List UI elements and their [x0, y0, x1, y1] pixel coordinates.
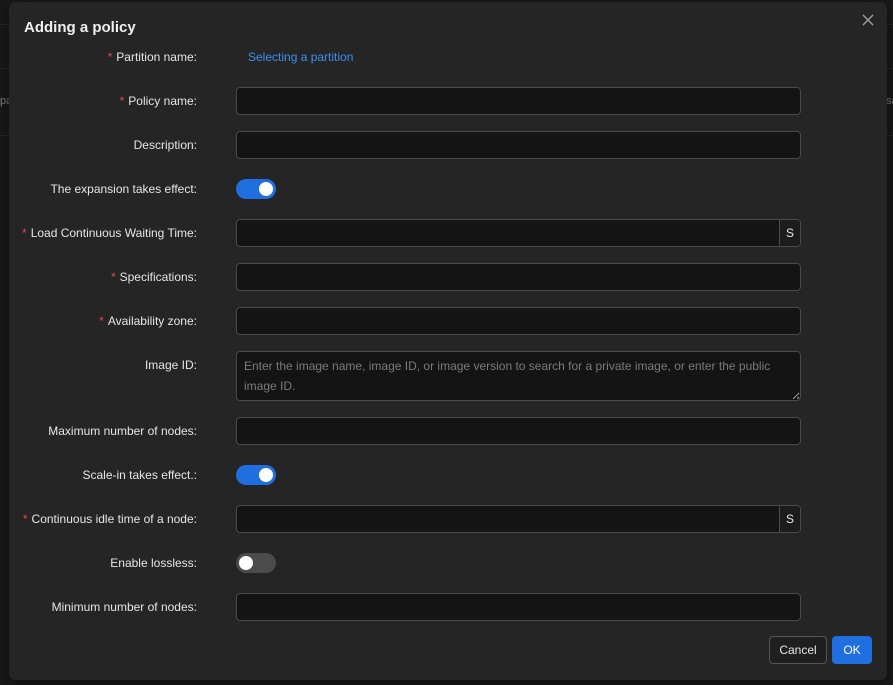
seconds-unit-suffix: S — [779, 220, 800, 246]
partition-row: * Partition name: Selecting a partition — [9, 43, 887, 71]
lossless-label: Enable lossless: — [110, 556, 197, 570]
min-nodes-control — [236, 593, 801, 621]
policy-name-control — [236, 87, 801, 115]
dialog-title: Adding a policy — [24, 19, 136, 36]
load-wait-row: * Load Continuous Waiting Time: S — [9, 219, 887, 247]
availability-zone-input[interactable] — [236, 307, 801, 335]
specifications-label: * Specifications: — [110, 270, 197, 284]
max-nodes-row: Maximum number of nodes: — [9, 417, 887, 445]
required-marker: * — [99, 314, 104, 328]
add-policy-dialog: Adding a policy * Partition name: Selecti… — [9, 2, 887, 680]
background-text-right: sa — [886, 95, 893, 107]
required-marker: * — [107, 50, 113, 64]
max-nodes-control — [236, 417, 801, 445]
required-marker: * — [22, 512, 28, 526]
max-nodes-label: Maximum number of nodes: — [48, 424, 197, 438]
description-row: Description: — [9, 131, 887, 159]
specifications-row: * Specifications: — [9, 263, 887, 291]
required-marker: * — [119, 94, 125, 108]
image-id-control — [236, 351, 801, 401]
description-control — [236, 131, 801, 159]
partition-control: Selecting a partition — [236, 43, 801, 71]
expansion-label: The expansion takes effect: — [50, 182, 197, 196]
toggle-knob — [239, 556, 253, 570]
min-nodes-label: Minimum number of nodes: — [51, 600, 197, 614]
image-id-label: Image ID: — [144, 358, 197, 372]
policy-name-label: * Policy name: — [119, 94, 197, 108]
image-id-row: Image ID: — [9, 351, 887, 401]
load-wait-label: * Load Continuous Waiting Time: — [22, 226, 197, 240]
description-label: Description: — [133, 138, 197, 152]
load-wait-input[interactable] — [237, 220, 779, 246]
availability-zone-row: * Availability zone: — [9, 307, 887, 335]
partition-label: * Partition name: — [107, 50, 197, 64]
close-icon — [862, 14, 874, 26]
expansion-row: The expansion takes effect: — [9, 175, 887, 203]
idle-time-control: S — [236, 505, 801, 533]
description-input[interactable] — [236, 131, 801, 159]
close-button[interactable] — [859, 11, 877, 29]
specifications-control — [236, 263, 801, 291]
toggle-knob — [259, 182, 273, 196]
ok-button[interactable]: OK — [832, 636, 872, 664]
idle-time-input-group: S — [236, 505, 801, 533]
lossless-toggle[interactable] — [236, 553, 276, 573]
select-partition-link[interactable]: Selecting a partition — [248, 50, 353, 64]
load-wait-control: S — [236, 219, 801, 247]
load-wait-input-group: S — [236, 219, 801, 247]
scale-in-row: Scale-in takes effect.: — [9, 461, 887, 489]
toggle-knob — [259, 468, 273, 482]
required-marker: * — [22, 226, 27, 240]
specifications-input[interactable] — [236, 263, 801, 291]
scale-in-label: Scale-in takes effect.: — [82, 468, 197, 482]
availability-zone-control — [236, 307, 801, 335]
expansion-toggle[interactable] — [236, 179, 276, 199]
seconds-unit-suffix: S — [779, 506, 800, 532]
image-id-textarea[interactable] — [236, 351, 801, 401]
min-nodes-input[interactable] — [236, 593, 801, 621]
lossless-row: Enable lossless: — [9, 549, 887, 577]
min-nodes-row: Minimum number of nodes: — [9, 593, 887, 621]
max-nodes-input[interactable] — [236, 417, 801, 445]
idle-time-row: * Continuous idle time of a node: S — [9, 505, 887, 533]
availability-zone-label: * Availability zone: — [99, 314, 197, 328]
policy-name-input[interactable] — [236, 87, 801, 115]
policy-name-row: * Policy name: — [9, 87, 887, 115]
required-marker: * — [110, 270, 116, 284]
cancel-button[interactable]: Cancel — [769, 636, 827, 664]
idle-time-label: * Continuous idle time of a node: — [22, 512, 197, 526]
idle-time-input[interactable] — [237, 506, 779, 532]
scale-in-toggle[interactable] — [236, 465, 276, 485]
